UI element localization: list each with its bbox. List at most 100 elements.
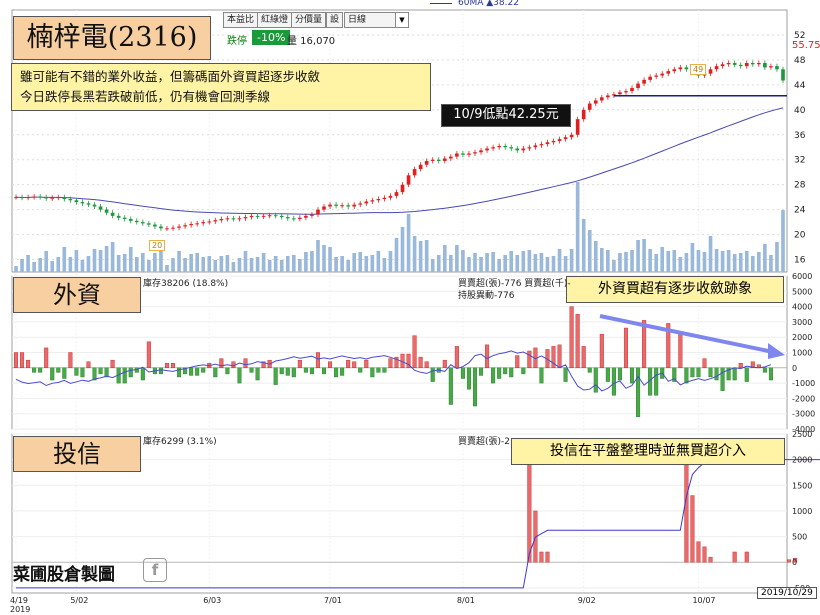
volume-bar: [527, 250, 532, 272]
volume-bar: [304, 252, 308, 272]
volume-bar: [249, 258, 254, 272]
analysis-note: 雖可能有不錯的業外收益，但籌碼面外資買超逐步收斂 今日跌停長黑若跌破前低，仍有機…: [11, 63, 431, 111]
volume-bar: [479, 257, 483, 272]
price-tick-label: 48: [794, 56, 806, 66]
candle-body: [606, 95, 610, 98]
foreign-net-bar: [768, 367, 773, 381]
toolbar-lights-button[interactable]: 紅綠燈: [257, 12, 293, 28]
price-tick-label: 32: [794, 156, 805, 166]
candle-body: [557, 139, 562, 141]
volume-bar: [509, 251, 514, 272]
candle-body: [165, 228, 169, 230]
candle-body: [32, 196, 36, 198]
candle-body: [213, 220, 218, 222]
foreign-net-bar: [219, 358, 224, 368]
x-tick-label: 10/07: [692, 596, 715, 605]
volume-bar: [569, 249, 574, 272]
foreign-net-bar: [503, 367, 508, 375]
candle-body: [720, 64, 725, 67]
candle-body: [503, 145, 508, 148]
volume-bar: [491, 252, 495, 272]
volume-bar: [678, 257, 683, 272]
volume-bar: [231, 262, 236, 272]
foreign-net-bar: [720, 367, 725, 391]
candle-body: [763, 63, 767, 68]
candle-body: [334, 204, 338, 206]
foreign-net-bar: [321, 367, 327, 375]
volume-bar: [690, 243, 695, 272]
candle-body: [575, 119, 580, 135]
badge-20: 20: [149, 240, 166, 251]
foreign-net-bar: [581, 346, 586, 369]
candle-body: [358, 203, 363, 205]
volume-bar: [201, 257, 206, 272]
toolbar-price-volume-button[interactable]: 分價量: [291, 12, 327, 28]
candle-body: [479, 150, 483, 153]
candle-body: [750, 63, 755, 65]
badge-49: 49: [690, 64, 707, 75]
volume-bar: [769, 255, 773, 272]
foreign-net-bar: [158, 367, 163, 375]
foreign-tick-label: 2000: [792, 333, 812, 342]
x-tick-label: 6/03: [203, 596, 221, 605]
foreign-net-bar: [104, 367, 109, 378]
candle-body: [50, 197, 55, 199]
trust-net-bar: [708, 556, 713, 563]
candle-body: [153, 224, 157, 227]
candle-body: [455, 153, 459, 157]
candle-body: [473, 152, 477, 154]
trust-note: 投信在平盤整理時並無買超介入: [511, 438, 785, 465]
trust-net-bar: [787, 559, 792, 563]
volume-bar: [738, 253, 743, 272]
foreign-net-bar: [13, 352, 19, 369]
price-tick-label: 16: [794, 256, 806, 266]
foreign-net-bar: [617, 367, 622, 381]
candle-body: [285, 217, 290, 219]
foreign-net-bar: [575, 314, 580, 368]
volume-bar: [104, 246, 109, 272]
foreign-net-bar: [569, 306, 574, 369]
volume-bar: [74, 250, 79, 272]
volume-bar: [26, 255, 30, 272]
volume-bar: [418, 241, 423, 272]
volume-bar: [207, 256, 212, 272]
trust-tick-label: 1500: [792, 481, 812, 490]
foreign-net-bar: [26, 359, 31, 368]
foreign-net-bar: [340, 367, 345, 376]
foreign-net-bar: [430, 367, 435, 382]
foreign-net-bar: [303, 367, 308, 373]
foreign-net-bar: [249, 367, 254, 373]
volume-bar: [116, 255, 121, 272]
foreign-net-bar: [708, 367, 713, 378]
toolbar-settings-button[interactable]: 設: [326, 12, 344, 28]
volume-bar: [159, 249, 163, 272]
volume-bar: [696, 250, 701, 272]
volume-label: 量 16,070: [287, 36, 336, 47]
trust-legend-label: 買賣超(張)-2: [458, 437, 510, 447]
foreign-net-bar: [358, 367, 363, 373]
volume-bar: [352, 253, 357, 272]
foreign-net-bar: [50, 367, 55, 381]
candle-body: [346, 205, 350, 207]
foreign-net-bar: [442, 359, 447, 368]
x-tick-label: 5/02: [70, 596, 88, 605]
foreign-holding-label: 持股異動-776: [458, 291, 515, 301]
foreign-net-bar: [189, 367, 194, 376]
toolbar-pe-button[interactable]: 本益比: [223, 12, 259, 28]
volume-bar: [243, 251, 248, 272]
volume-bar: [648, 249, 652, 272]
volume-bar: [340, 256, 344, 272]
volume-bar: [20, 259, 24, 272]
volume-bar: [618, 253, 622, 272]
candle-body: [600, 97, 604, 101]
chevron-down-icon[interactable]: ▼: [395, 12, 409, 28]
candle-body: [424, 160, 429, 165]
volume-bar: [455, 245, 459, 272]
candle-body: [352, 204, 357, 207]
ma60-line: [15, 107, 784, 215]
candle-body: [273, 215, 278, 217]
candle-body: [726, 63, 731, 65]
candle-body: [370, 200, 375, 202]
change-badge: -10%: [252, 30, 291, 45]
toolbar-period-select[interactable]: 日線: [344, 12, 402, 28]
